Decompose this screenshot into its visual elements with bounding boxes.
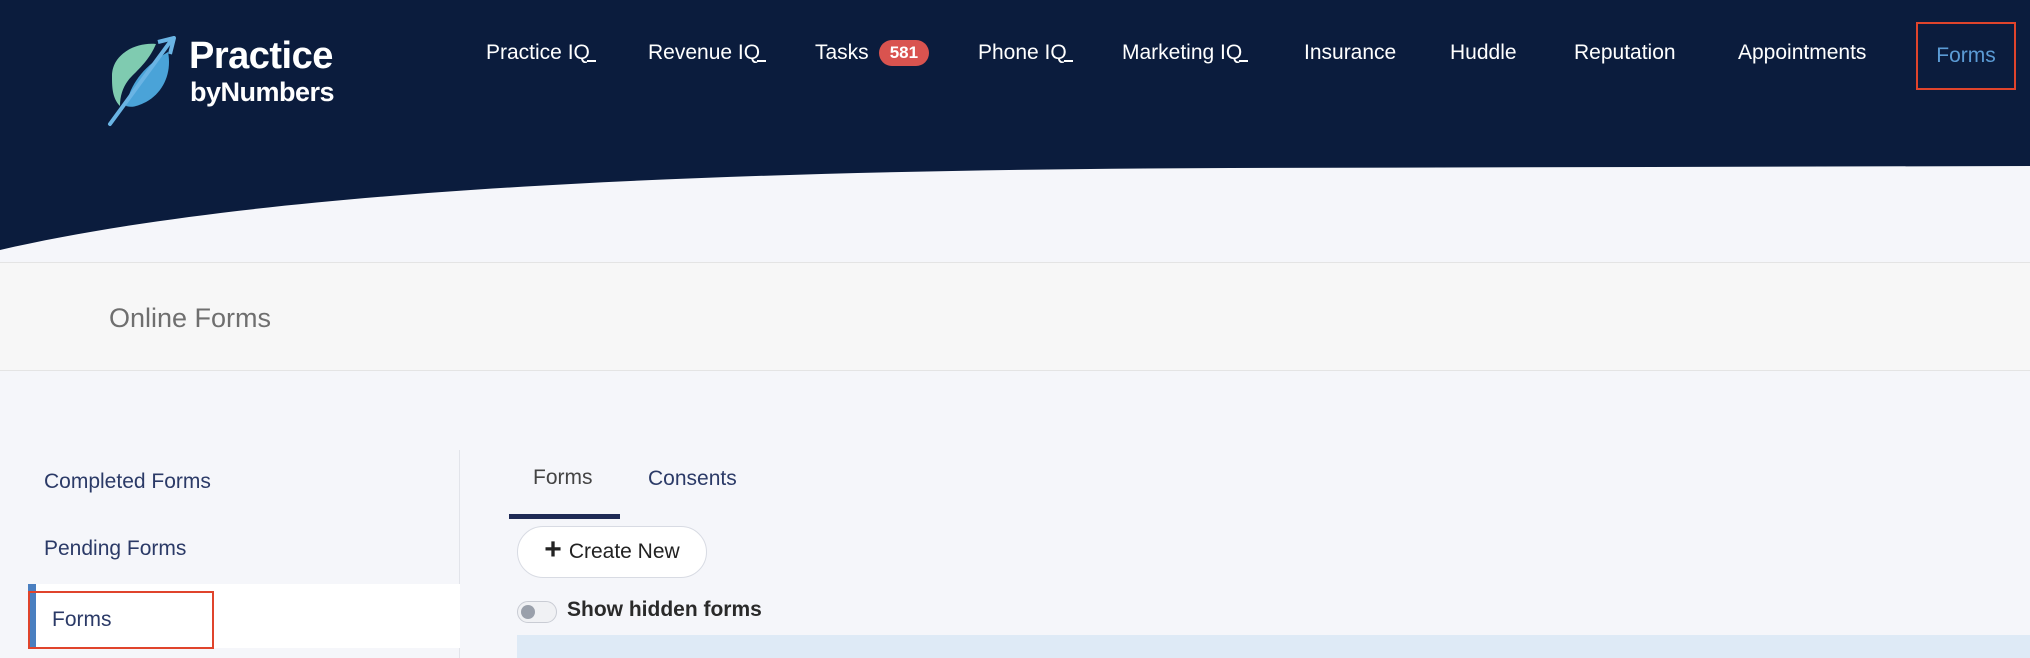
nav-forms-label: Forms: [1936, 44, 1996, 67]
create-new-button[interactable]: + Create New: [517, 526, 707, 578]
nav-phone-iq[interactable]: Phone IQ: [976, 30, 1075, 76]
iq-swoosh-icon: [757, 60, 767, 62]
nav-practice-iq[interactable]: Practice IQ: [484, 30, 598, 76]
nav-revenue-iq-label: Revenue IQ: [648, 41, 761, 64]
nav-practice-iq-label: Practice IQ: [486, 41, 590, 64]
sidebar-item-forms[interactable]: Forms: [28, 591, 214, 649]
nav-huddle-label: Huddle: [1450, 41, 1517, 64]
show-hidden-forms-label: Show hidden forms: [567, 598, 762, 621]
page-title-band: Online Forms: [0, 262, 2030, 371]
sidebar-item-pending-forms[interactable]: Pending Forms: [44, 537, 186, 561]
nav-appointments-label: Appointments: [1738, 41, 1867, 64]
toggle-knob: [521, 605, 535, 619]
nav-insurance[interactable]: Insurance: [1302, 30, 1398, 76]
nav-insurance-label: Insurance: [1304, 41, 1397, 64]
nav-phone-iq-label: Phone IQ: [978, 41, 1067, 64]
tab-consents[interactable]: Consents: [648, 467, 737, 491]
iq-swoosh-icon: [586, 60, 596, 62]
top-header: Practice byNumbers Practice IQ Revenue I…: [0, 0, 2030, 262]
nav-revenue-iq[interactable]: Revenue IQ: [646, 30, 768, 76]
forms-table-header: [517, 635, 2030, 658]
forms-sidebar: Completed Forms Pending Forms Forms: [0, 450, 460, 658]
nav-marketing-iq[interactable]: Marketing IQ: [1120, 30, 1250, 76]
nav-reputation-label: Reputation: [1574, 41, 1676, 64]
nav-marketing-iq-label: Marketing IQ: [1122, 41, 1243, 64]
plus-icon: +: [544, 533, 562, 566]
sidebar-item-forms-row[interactable]: Forms: [28, 584, 460, 649]
logo-text-line2: byNumbers: [190, 77, 335, 107]
show-hidden-forms-toggle[interactable]: [517, 601, 557, 623]
nav-tasks-label: Tasks: [815, 41, 869, 64]
nav-tasks[interactable]: Tasks 581: [813, 30, 931, 76]
page-title: Online Forms: [109, 303, 272, 333]
active-tab-underline: [509, 514, 620, 519]
logo-text-line1: Practice: [189, 35, 333, 77]
nav-reputation[interactable]: Reputation: [1572, 30, 1678, 76]
leaf-logo-icon: [108, 36, 176, 126]
iq-swoosh-icon: [1239, 60, 1249, 62]
nav-huddle[interactable]: Huddle: [1448, 30, 1519, 76]
sidebar-item-completed-forms[interactable]: Completed Forms: [44, 470, 211, 494]
nav-appointments[interactable]: Appointments: [1736, 30, 1868, 76]
create-new-label: Create New: [568, 540, 680, 563]
practice-by-numbers-logo[interactable]: Practice byNumbers: [106, 36, 346, 128]
iq-swoosh-icon: [1063, 60, 1073, 62]
tab-forms[interactable]: Forms: [533, 466, 593, 490]
nav-forms[interactable]: Forms: [1916, 22, 2016, 90]
tasks-count-badge: 581: [878, 40, 930, 66]
sidebar-item-forms-label: Forms: [52, 608, 112, 631]
